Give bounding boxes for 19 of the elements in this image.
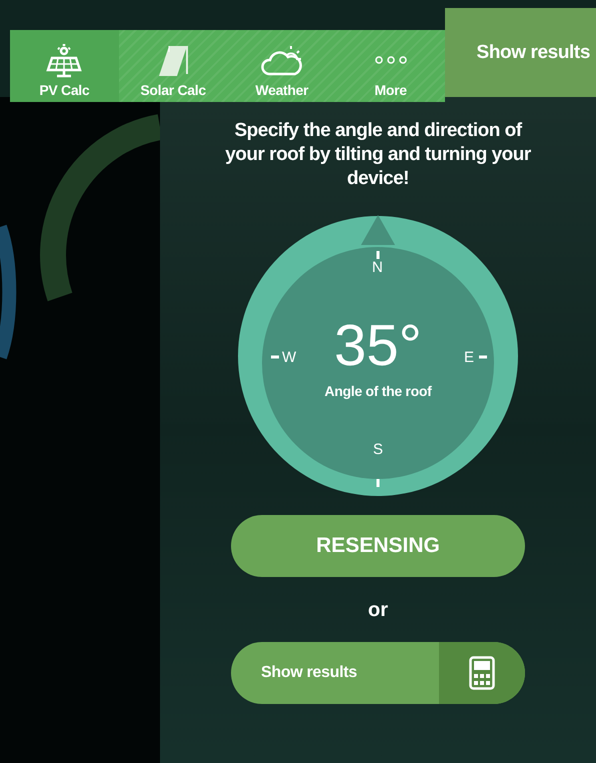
angle-value: 35° — [334, 315, 422, 377]
resensing-button[interactable]: RESENSING — [231, 515, 525, 577]
compass-letter: N — [372, 259, 383, 276]
solar-panel-icon — [46, 44, 82, 78]
more-dots-icon — [372, 54, 409, 66]
compass-letter: E — [464, 349, 474, 366]
show-results-button[interactable]: Show results — [476, 42, 590, 64]
tab[interactable]: More — [336, 30, 445, 102]
tab[interactable]: Solar Calc — [118, 30, 228, 102]
angle-caption: Angle of the roof — [324, 383, 432, 399]
cloud-sun-icon — [260, 44, 303, 78]
compass-letter: W — [282, 349, 296, 366]
tab[interactable]: Weather — [228, 30, 336, 102]
show-results-button[interactable]: Show results — [231, 642, 525, 704]
or-text: or — [368, 599, 388, 622]
compass-letter: S — [373, 441, 384, 458]
tab[interactable]: PV Calc — [10, 30, 119, 102]
calculator-icon — [469, 656, 495, 690]
instruction-text: Specify the angle and direction of your roof by tilting and turning your device! — [224, 119, 532, 191]
